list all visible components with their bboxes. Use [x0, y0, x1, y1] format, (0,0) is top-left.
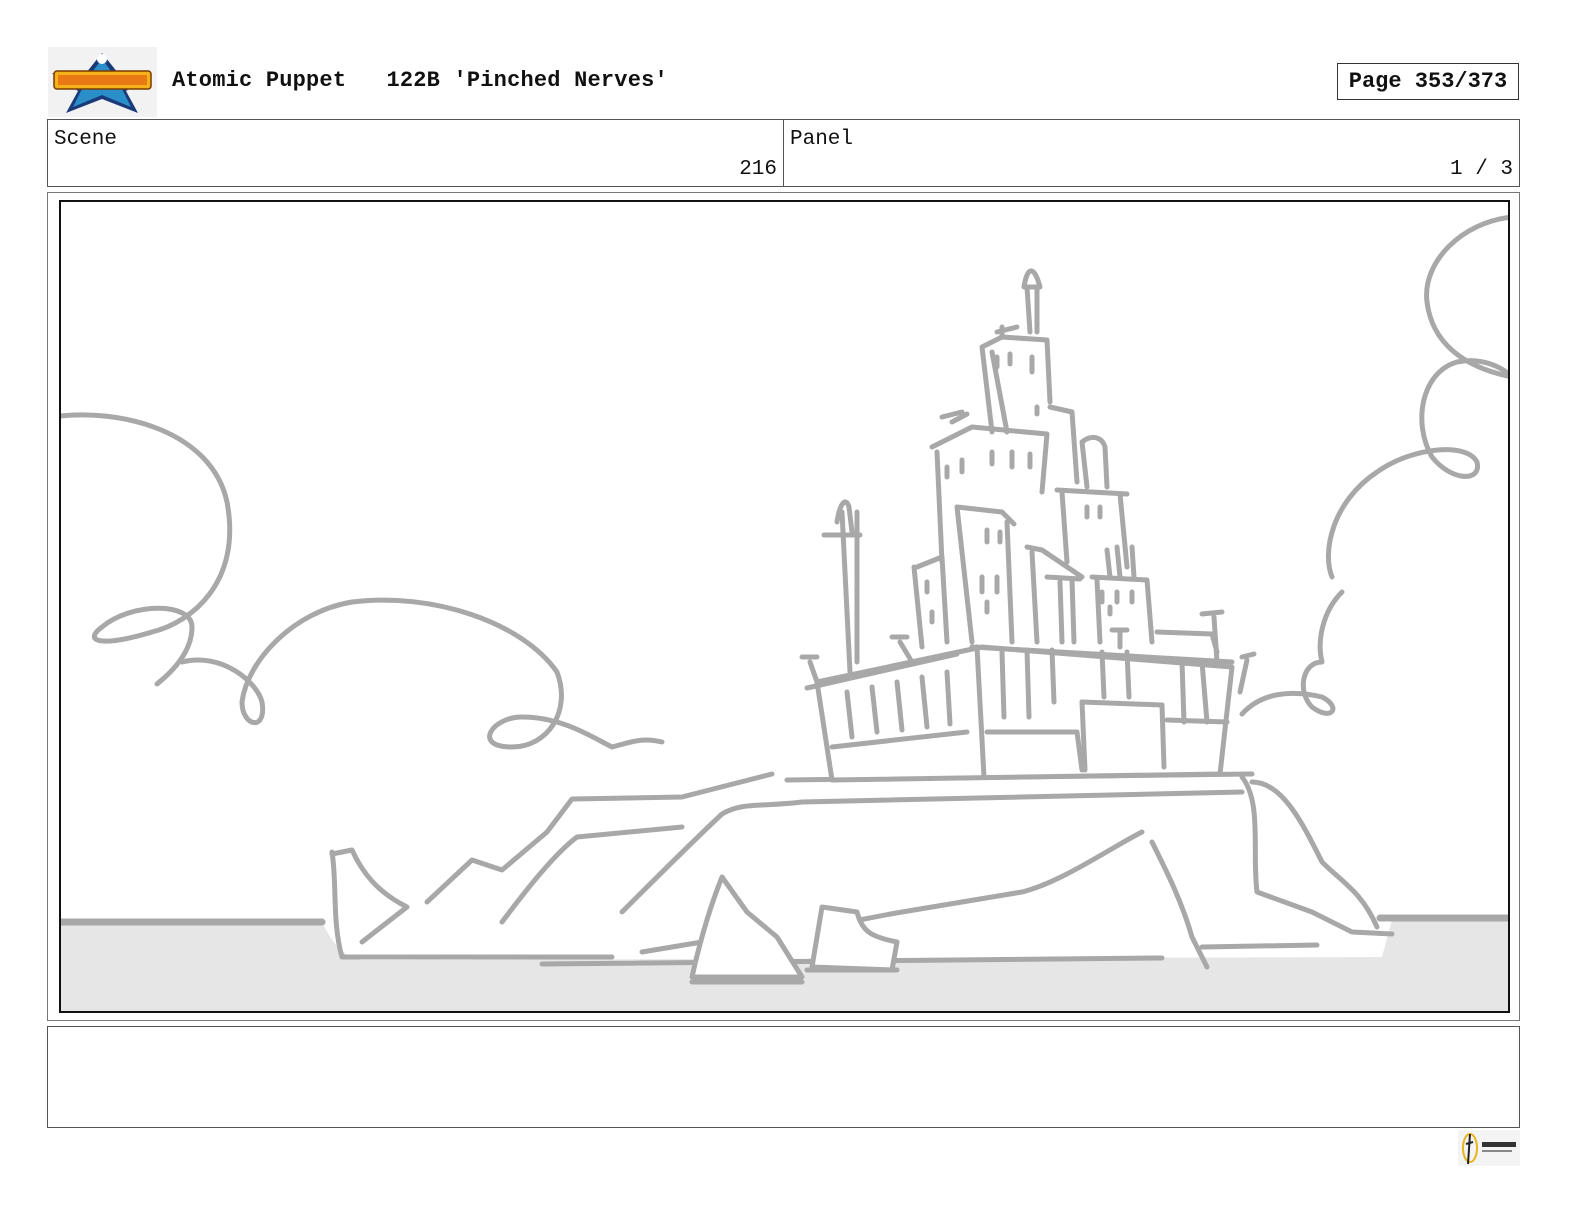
- atomic-puppet-logo-icon: [48, 47, 157, 117]
- episode-title: 122B 'Pinched Nerves': [386, 68, 668, 93]
- document-title: Atomic Puppet 122B 'Pinched Nerves': [172, 68, 668, 93]
- scene-label: Scene: [54, 128, 118, 151]
- page-number: Page 353/373: [1337, 63, 1519, 100]
- storyboard-panel-image: [59, 200, 1510, 1013]
- panel-value: 1 / 3: [1449, 158, 1513, 181]
- storyboard-sketch-island-city: [61, 215, 1508, 1011]
- panel-cell: Panel 1 / 3: [783, 120, 1519, 186]
- scene-value: 216: [739, 158, 777, 181]
- panel-label: Panel: [790, 128, 854, 151]
- mercury-filmworks-logo-icon: [1458, 1130, 1520, 1166]
- show-title: Atomic Puppet: [172, 68, 347, 93]
- panel-notes: [47, 1026, 1520, 1128]
- scene-cell: Scene 216: [48, 120, 783, 186]
- scene-panel-info: Scene 216 Panel 1 / 3: [47, 119, 1520, 187]
